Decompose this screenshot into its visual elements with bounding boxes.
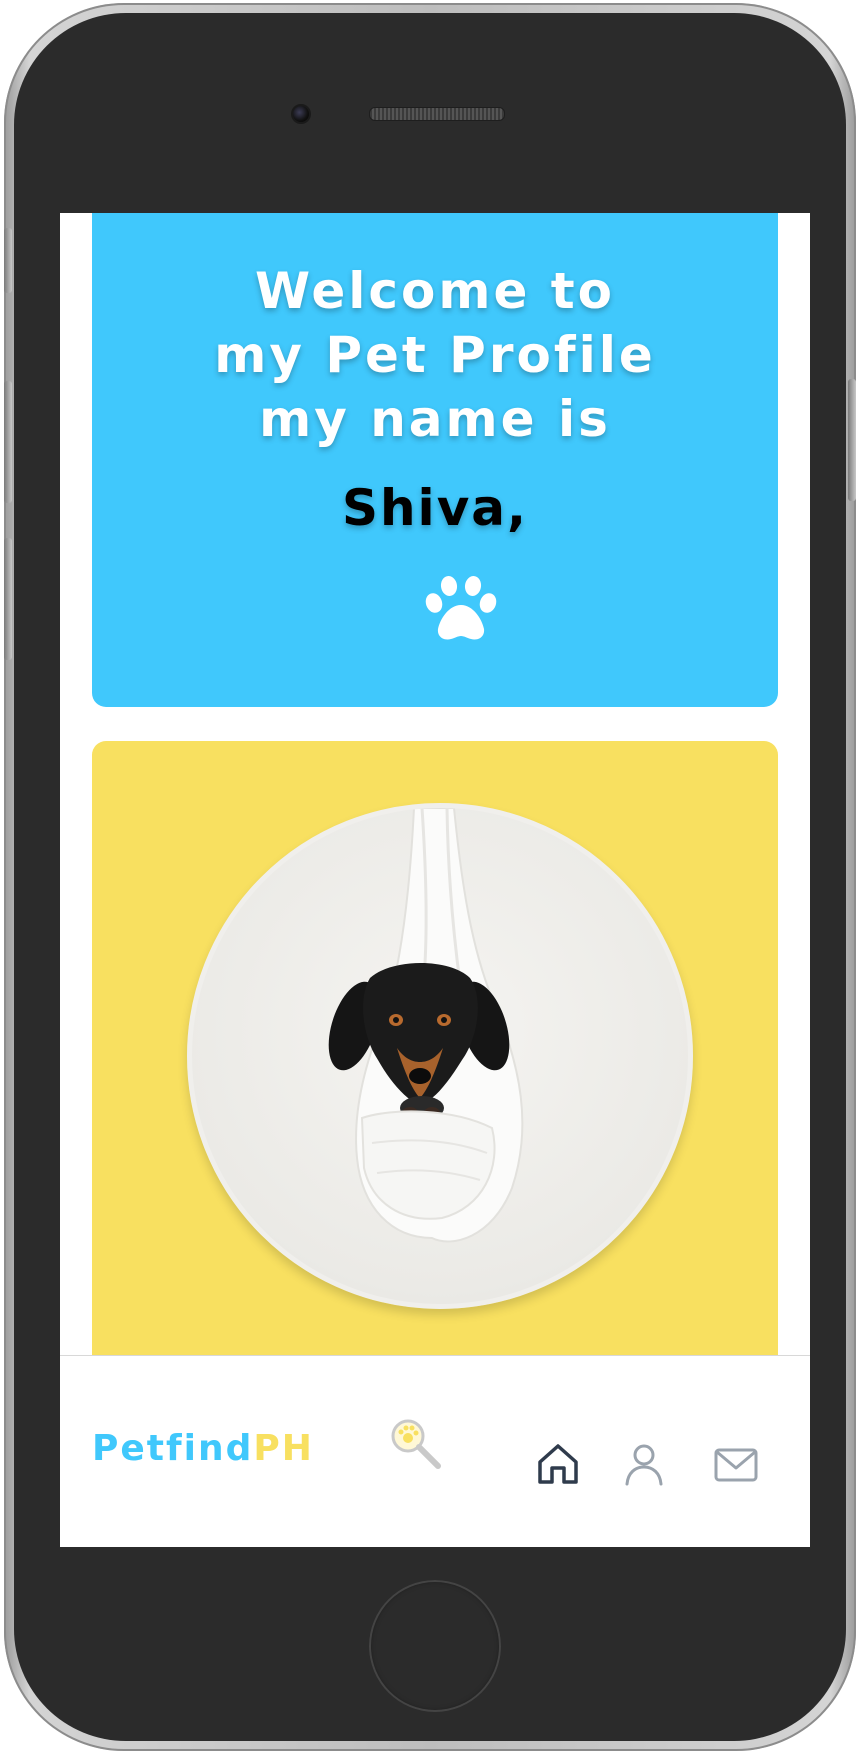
hardware-home-button[interactable] <box>369 1580 501 1712</box>
brand-wordmark: PetfindPH <box>92 1428 314 1469</box>
magnifier-paw-icon <box>391 1419 441 1469</box>
bottom-navigation: PetfindPH <box>60 1355 810 1547</box>
home-icon[interactable] <box>534 1440 582 1488</box>
mute-switch <box>4 228 12 293</box>
welcome-heading: Welcome to my Pet Profile my name is <box>92 259 778 451</box>
user-icon[interactable] <box>620 1440 668 1488</box>
welcome-line-2: my Pet Profile <box>214 326 656 384</box>
power-button <box>848 379 856 501</box>
app-screen: Welcome to my Pet Profile my name is Shi… <box>60 213 810 1547</box>
mail-icon[interactable] <box>712 1440 760 1488</box>
earpiece-speaker <box>369 107 505 121</box>
pet-photo <box>187 803 693 1309</box>
front-camera <box>291 104 311 124</box>
pet-name: Shiva, <box>341 479 529 537</box>
device-mockup: Welcome to my Pet Profile my name is Shi… <box>0 0 862 1754</box>
phone-frame: Welcome to my Pet Profile my name is Shi… <box>4 3 856 1751</box>
brand-pet-text: Petfind <box>92 1428 254 1469</box>
welcome-card: Welcome to my Pet Profile my name is Shi… <box>92 213 778 707</box>
volume-up-button <box>4 381 12 503</box>
dog-illustration <box>328 808 524 1243</box>
welcome-line-3: my name is <box>259 390 611 448</box>
paw-icon <box>425 576 497 640</box>
volume-down-button <box>4 538 12 660</box>
welcome-line-1: Welcome to <box>254 262 616 320</box>
brand-ph-text: PH <box>253 1428 314 1469</box>
